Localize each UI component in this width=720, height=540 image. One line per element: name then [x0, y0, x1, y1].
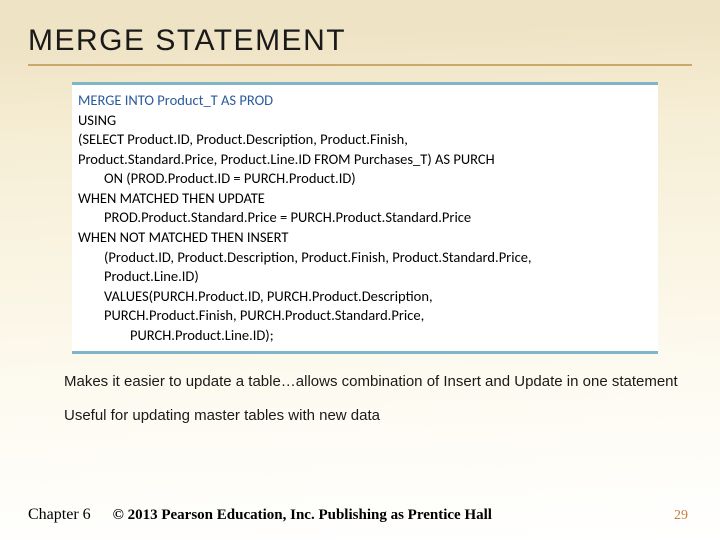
- code-line: PROD.Product.Standard.Price = PURCH.Prod…: [78, 208, 652, 228]
- code-line: VALUES(PURCH.Product.ID, PURCH.Product.D…: [78, 287, 652, 307]
- code-line: PURCH.Product.Finish, PURCH.Product.Stan…: [78, 306, 652, 326]
- footer: Chapter 6 © 2013 Pearson Education, Inc.…: [28, 506, 692, 524]
- code-line: WHEN NOT MATCHED THEN INSERT: [78, 228, 652, 248]
- code-line: MERGE INTO Product_T AS PROD: [78, 91, 652, 111]
- copyright-text: © 2013 Pearson Education, Inc. Publishin…: [113, 507, 492, 524]
- page-number: 29: [674, 508, 688, 524]
- slide-title: MERGE STATEMENT: [28, 24, 692, 66]
- code-line: ON (PROD.Product.ID = PURCH.Product.ID): [78, 169, 652, 189]
- code-line: Product.Standard.Price, Product.Line.ID …: [78, 150, 652, 170]
- bullet-item: Makes it easier to update a table…allows…: [64, 372, 678, 392]
- code-line: (Product.ID, Product.Description, Produc…: [78, 248, 652, 268]
- code-line: USING: [78, 111, 652, 131]
- code-line: Product.Line.ID): [78, 267, 652, 287]
- code-line: PURCH.Product.Line.ID);: [78, 326, 652, 346]
- bullet-item: Useful for updating master tables with n…: [64, 406, 678, 426]
- bullet-list: Makes it easier to update a table…allows…: [64, 372, 678, 425]
- code-line: (SELECT Product.ID, Product.Description,…: [78, 130, 652, 150]
- code-line: WHEN MATCHED THEN UPDATE: [78, 189, 652, 209]
- slide: MERGE STATEMENT MERGE INTO Product_T AS …: [0, 0, 720, 540]
- chapter-label: Chapter 6: [28, 506, 91, 524]
- sql-code-box: MERGE INTO Product_T AS PROD USING (SELE…: [72, 82, 658, 354]
